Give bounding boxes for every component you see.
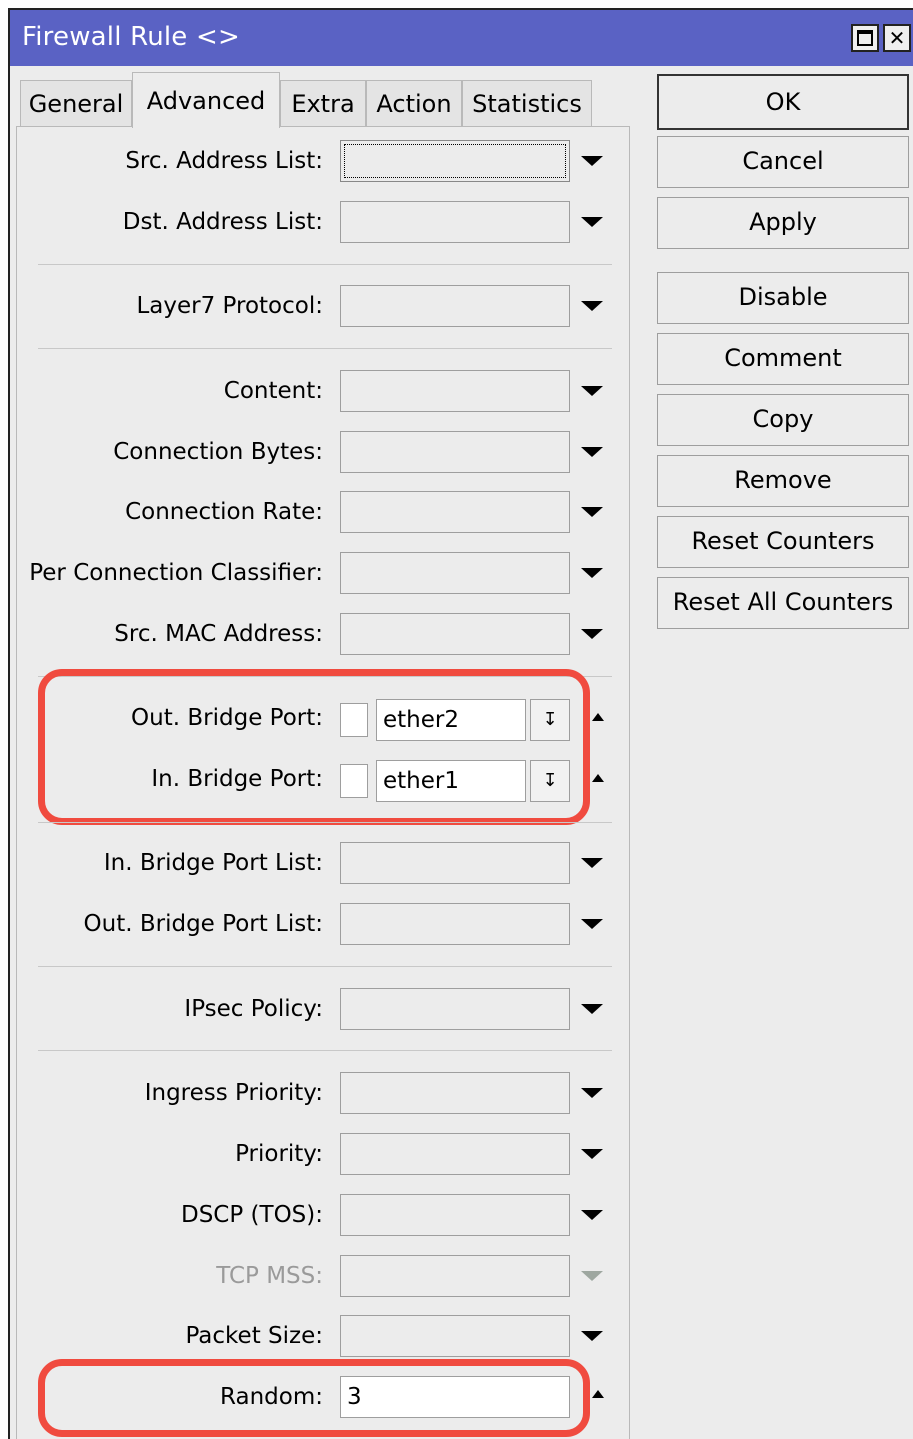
divider xyxy=(38,822,612,823)
layer7-protocol-dropdown-icon[interactable] xyxy=(581,301,603,311)
reset-counters-button[interactable]: Reset Counters xyxy=(657,516,909,568)
connection-rate-input[interactable] xyxy=(340,491,570,533)
per-connection-classifier-dropdown-icon[interactable] xyxy=(581,568,603,578)
divider xyxy=(38,348,612,349)
connection-rate-label: Connection Rate: xyxy=(125,499,323,525)
dscp-tos-label: DSCP (TOS): xyxy=(181,1202,323,1228)
in-bridge-port-collapse-icon[interactable] xyxy=(592,774,604,782)
tab-statistics[interactable]: Statistics xyxy=(462,80,592,126)
tab-action[interactable]: Action xyxy=(366,80,462,126)
firewall-rule-window: Firewall Rule <> ✕ General Advanced Extr… xyxy=(8,8,913,1439)
disable-button[interactable]: Disable xyxy=(657,272,909,324)
connection-bytes-label: Connection Bytes: xyxy=(113,439,323,465)
src-address-list-label: Src. Address List: xyxy=(125,148,323,174)
divider xyxy=(38,264,612,265)
dscp-tos-input[interactable] xyxy=(340,1194,570,1236)
ingress-priority-dropdown-icon[interactable] xyxy=(581,1088,603,1098)
src-address-list-input[interactable] xyxy=(340,140,570,182)
in-bridge-port-list-input[interactable] xyxy=(340,842,570,884)
out-bridge-port-list-label: Out. Bridge Port List: xyxy=(83,911,323,937)
tcp-mss-label: TCP MSS: xyxy=(216,1263,323,1289)
ok-button[interactable]: OK xyxy=(657,74,909,130)
dscp-tos-dropdown-icon[interactable] xyxy=(581,1210,603,1220)
packet-size-label: Packet Size: xyxy=(185,1323,323,1349)
src-mac-address-input[interactable] xyxy=(340,613,570,655)
src-mac-address-dropdown-icon[interactable] xyxy=(581,629,603,639)
dst-address-list-label: Dst. Address List: xyxy=(122,209,323,235)
connection-bytes-input[interactable] xyxy=(340,431,570,473)
ingress-priority-label: Ingress Priority: xyxy=(144,1080,323,1106)
ipsec-policy-input[interactable] xyxy=(340,988,570,1030)
content-dropdown-icon[interactable] xyxy=(581,386,603,396)
out-bridge-port-list-dropdown-icon[interactable] xyxy=(581,919,603,929)
bridge-port-highlight xyxy=(38,669,590,825)
dst-address-list-dropdown-icon[interactable] xyxy=(581,217,603,227)
cancel-button[interactable]: Cancel xyxy=(657,136,909,188)
priority-dropdown-icon[interactable] xyxy=(581,1149,603,1159)
reset-all-counters-button[interactable]: Reset All Counters xyxy=(657,577,909,629)
per-connection-classifier-label: Per Connection Classifier: xyxy=(29,560,323,586)
apply-button[interactable]: Apply xyxy=(657,197,909,249)
in-bridge-port-list-label: In. Bridge Port List: xyxy=(103,850,323,876)
tcp-mss-input xyxy=(340,1255,570,1297)
priority-label: Priority: xyxy=(235,1141,323,1167)
ipsec-policy-dropdown-icon[interactable] xyxy=(581,1004,603,1014)
in-bridge-port-list-dropdown-icon[interactable] xyxy=(581,858,603,868)
close-icon[interactable]: ✕ xyxy=(883,24,911,52)
comment-button[interactable]: Comment xyxy=(657,333,909,385)
per-connection-classifier-input[interactable] xyxy=(340,552,570,594)
src-mac-address-label: Src. MAC Address: xyxy=(114,621,323,647)
packet-size-input[interactable] xyxy=(340,1315,570,1357)
random-highlight xyxy=(38,1359,590,1437)
title-bar[interactable]: Firewall Rule <> ✕ xyxy=(10,10,913,66)
layer7-protocol-label: Layer7 Protocol: xyxy=(136,293,323,319)
ingress-priority-input[interactable] xyxy=(340,1072,570,1114)
out-bridge-port-list-input[interactable] xyxy=(340,903,570,945)
src-address-list-dropdown-icon[interactable] xyxy=(581,156,603,166)
packet-size-dropdown-icon[interactable] xyxy=(581,1331,603,1341)
tcp-mss-dropdown-icon xyxy=(581,1271,603,1281)
window-title: Firewall Rule <> xyxy=(22,22,240,52)
random-collapse-icon[interactable] xyxy=(592,1390,604,1398)
tab-advanced[interactable]: Advanced xyxy=(132,72,280,128)
out-bridge-port-collapse-icon[interactable] xyxy=(592,713,604,721)
content-input[interactable] xyxy=(340,370,570,412)
ipsec-policy-label: IPsec Policy: xyxy=(184,996,323,1022)
tab-general[interactable]: General xyxy=(20,80,132,126)
remove-button[interactable]: Remove xyxy=(657,455,909,507)
layer7-protocol-input[interactable] xyxy=(340,285,570,327)
connection-bytes-dropdown-icon[interactable] xyxy=(581,447,603,457)
maximize-icon[interactable] xyxy=(851,24,879,52)
copy-button[interactable]: Copy xyxy=(657,394,909,446)
connection-rate-dropdown-icon[interactable] xyxy=(581,507,603,517)
tab-extra[interactable]: Extra xyxy=(280,80,366,126)
divider xyxy=(38,1050,612,1051)
priority-input[interactable] xyxy=(340,1133,570,1175)
content-label: Content: xyxy=(223,378,323,404)
dst-address-list-input[interactable] xyxy=(340,201,570,243)
divider xyxy=(38,966,612,967)
